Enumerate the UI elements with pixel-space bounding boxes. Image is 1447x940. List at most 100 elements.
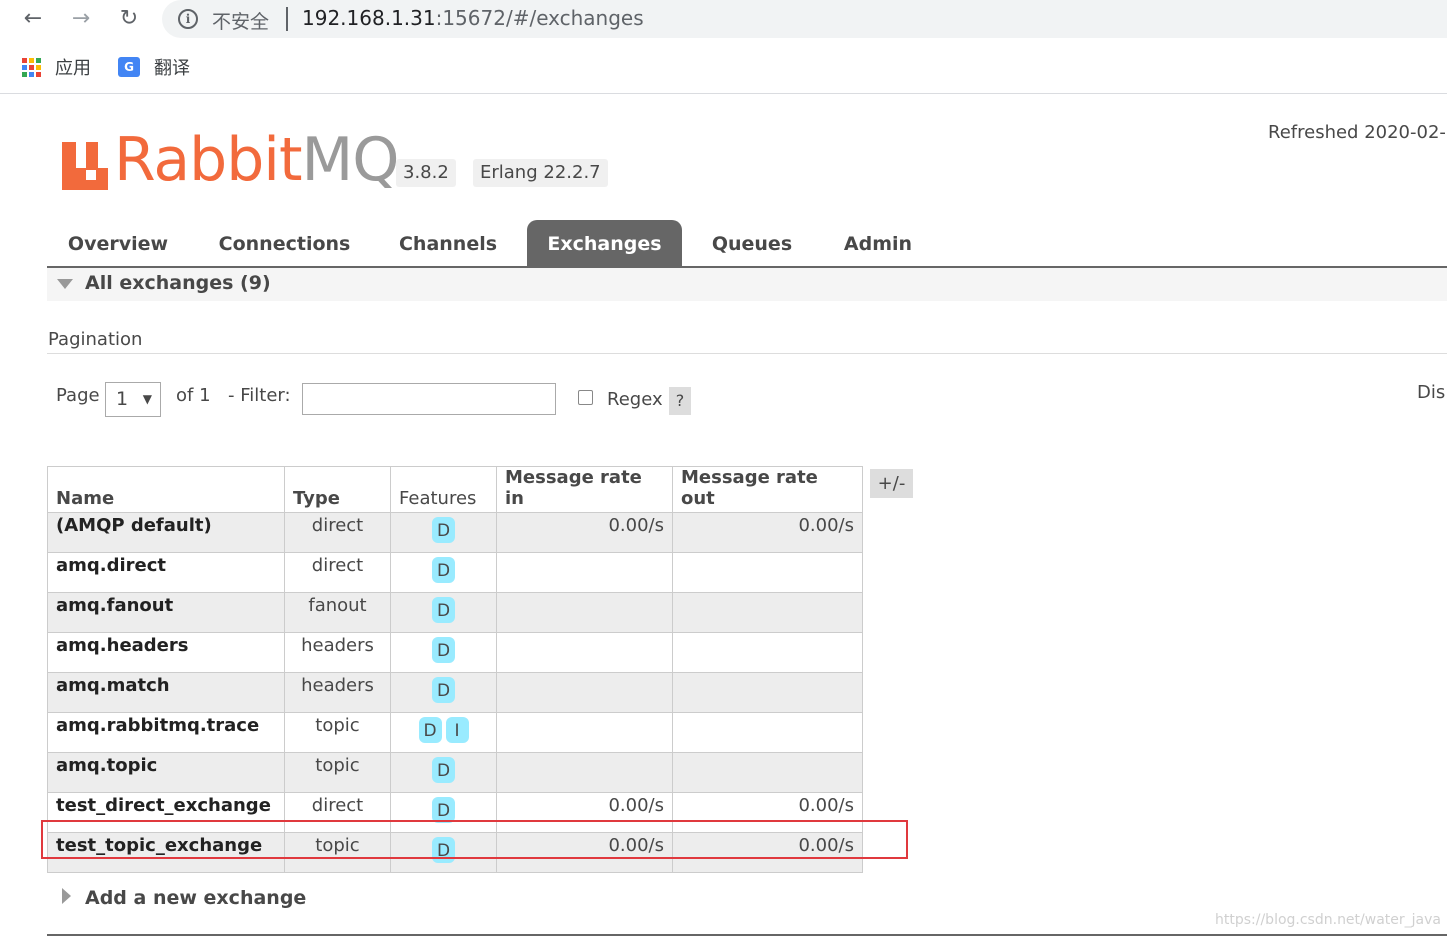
watermark: https://blog.csdn.net/water_java bbox=[1215, 912, 1441, 928]
feature-badge: D bbox=[432, 517, 455, 543]
exchanges-table-body: (AMQP default) direct D 0.00/s 0.00/s amq.dir… bbox=[47, 512, 863, 873]
exchange-type: direct bbox=[284, 552, 391, 593]
exchange-name-link[interactable]: amq.fanout bbox=[47, 592, 285, 633]
column-header-rate-in[interactable]: Message rate in bbox=[496, 466, 673, 513]
collapse-triangle-icon bbox=[57, 279, 73, 289]
security-label: 不安全 bbox=[212, 11, 270, 33]
exchange-type: headers bbox=[284, 632, 391, 673]
message-rate-in: 0.00/s bbox=[496, 512, 673, 553]
message-rate-in bbox=[496, 752, 673, 793]
message-rate-in bbox=[496, 632, 673, 673]
exchange-features: D bbox=[390, 672, 497, 713]
regex-help-button[interactable]: ? bbox=[669, 387, 691, 415]
table-row: amq.match headers D bbox=[47, 672, 863, 713]
feature-badge: D bbox=[432, 677, 455, 703]
highlight-box bbox=[41, 820, 908, 859]
tab-connections[interactable]: Connections bbox=[207, 220, 362, 266]
table-row: (AMQP default) direct D 0.00/s 0.00/s bbox=[47, 512, 863, 553]
tab-overview[interactable]: Overview bbox=[57, 220, 179, 266]
page-of-label: of 1 bbox=[176, 385, 211, 406]
tab-exchanges[interactable]: Exchanges bbox=[527, 220, 682, 266]
back-icon[interactable]: ← bbox=[18, 4, 48, 34]
forward-icon[interactable]: → bbox=[66, 4, 96, 34]
column-header-features: Features bbox=[390, 466, 497, 513]
exchange-features: D bbox=[390, 512, 497, 553]
bookmarks-bar: 应用 G 翻译 bbox=[0, 48, 1447, 88]
exchange-features: D bbox=[390, 632, 497, 673]
filter-label: - Filter: bbox=[228, 385, 291, 406]
bookmark-apps[interactable]: 应用 bbox=[22, 54, 91, 80]
message-rate-out bbox=[672, 672, 863, 713]
feature-badge: D bbox=[432, 557, 455, 583]
logo-mq: MQ bbox=[301, 125, 400, 195]
toggle-columns-button[interactable]: +/- bbox=[870, 469, 913, 498]
message-rate-in bbox=[496, 672, 673, 713]
feature-badge: D bbox=[432, 597, 455, 623]
logo-wordmark: RabbitMQ bbox=[114, 130, 400, 190]
url-text[interactable]: 192.168.1.31:15672/#/exchanges bbox=[302, 6, 644, 30]
column-header-name[interactable]: Name bbox=[47, 466, 285, 513]
main-tabs: Overview Connections Channels Exchanges … bbox=[47, 220, 1447, 268]
table-row: amq.fanout fanout D bbox=[47, 592, 863, 633]
message-rate-out bbox=[672, 712, 863, 753]
feature-badge: D bbox=[432, 637, 455, 663]
exchange-name-link[interactable]: amq.match bbox=[47, 672, 285, 713]
column-header-rate-out[interactable]: Message rate out bbox=[672, 466, 863, 513]
address-bar[interactable]: i 不安全 192.168.1.31:15672/#/exchanges bbox=[162, 0, 1447, 38]
bookmark-apps-label: 应用 bbox=[55, 58, 91, 79]
bottom-divider bbox=[47, 934, 1447, 936]
tab-channels[interactable]: Channels bbox=[387, 220, 509, 266]
bookmark-translate[interactable]: G 翻译 bbox=[118, 54, 190, 80]
regex-checkbox[interactable] bbox=[578, 390, 593, 405]
tab-admin[interactable]: Admin bbox=[832, 220, 924, 266]
page-select-value: 1 bbox=[116, 388, 129, 410]
message-rate-out bbox=[672, 752, 863, 793]
table-row: amq.rabbitmq.trace topic D I bbox=[47, 712, 863, 753]
tab-queues[interactable]: Queues bbox=[702, 220, 802, 266]
message-rate-out bbox=[672, 552, 863, 593]
regex-label: Regex bbox=[607, 389, 663, 410]
pagination-divider bbox=[47, 353, 1447, 354]
pagination-title: Pagination bbox=[48, 329, 143, 350]
chrome-divider bbox=[0, 93, 1447, 94]
filter-input[interactable] bbox=[302, 383, 556, 415]
add-exchange-title: Add a new exchange bbox=[85, 887, 307, 909]
display-label-cut: Dis bbox=[1417, 382, 1446, 403]
exchange-features: DI bbox=[390, 712, 497, 753]
column-header-type[interactable]: Type bbox=[284, 466, 391, 513]
reload-icon[interactable]: ↻ bbox=[114, 4, 144, 34]
dropdown-arrow-icon: ▼ bbox=[142, 392, 152, 406]
table-row: amq.direct direct D bbox=[47, 552, 863, 593]
exchange-name-link[interactable]: amq.headers bbox=[47, 632, 285, 673]
url-host: 192.168.1.31 bbox=[302, 6, 436, 30]
section-title: All exchanges (9) bbox=[85, 272, 271, 294]
exchange-name-link[interactable]: amq.direct bbox=[47, 552, 285, 593]
table-header-row: Name Type Features Message rate in Messa… bbox=[47, 466, 863, 513]
page-label: Page bbox=[56, 385, 100, 406]
all-exchanges-header[interactable]: All exchanges (9) bbox=[47, 268, 1447, 301]
exchange-features: D bbox=[390, 752, 497, 793]
bookmark-translate-label: 翻译 bbox=[154, 58, 190, 79]
feature-badge: D bbox=[418, 717, 442, 743]
page-select[interactable]: 1 ▼ bbox=[105, 382, 161, 417]
apps-grid-icon bbox=[22, 57, 41, 77]
rabbit-logo-icon bbox=[62, 134, 108, 190]
exchange-name-link[interactable]: amq.rabbitmq.trace bbox=[47, 712, 285, 753]
message-rate-out bbox=[672, 632, 863, 673]
exchange-type: direct bbox=[284, 512, 391, 553]
message-rate-in bbox=[496, 712, 673, 753]
table-row: amq.topic topic D bbox=[47, 752, 863, 793]
exchange-name-link[interactable]: (AMQP default) bbox=[47, 512, 285, 553]
info-icon[interactable]: i bbox=[178, 9, 198, 29]
message-rate-out bbox=[672, 592, 863, 633]
exchange-type: fanout bbox=[284, 592, 391, 633]
rabbitmq-logo[interactable]: RabbitMQ TM bbox=[62, 126, 412, 190]
google-translate-icon: G bbox=[118, 57, 140, 77]
feature-badge: I bbox=[445, 717, 469, 743]
exchange-type: topic bbox=[284, 712, 391, 753]
table-row: amq.headers headers D bbox=[47, 632, 863, 673]
version-badge: 3.8.2 bbox=[396, 159, 456, 187]
feature-badge: D bbox=[432, 757, 455, 783]
exchange-name-link[interactable]: amq.topic bbox=[47, 752, 285, 793]
logo-rabbit: Rabbit bbox=[114, 125, 303, 195]
